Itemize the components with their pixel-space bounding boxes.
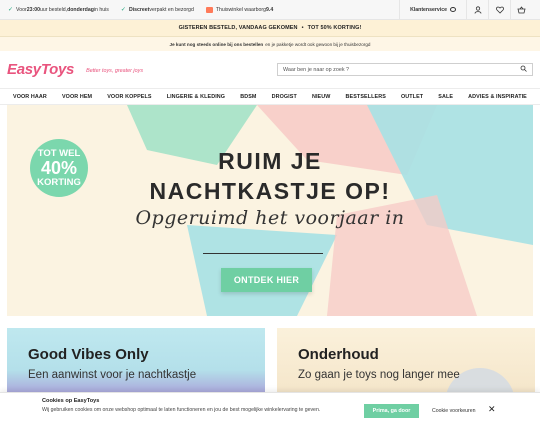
- check-icon: ✓: [120, 7, 126, 13]
- cookie-text: Wij gebruiken cookies om onze webshop op…: [42, 407, 321, 413]
- close-icon[interactable]: ✕: [488, 404, 496, 415]
- nav-item-lingerie-kleding[interactable]: LINGERIE & KLEDING: [167, 94, 225, 100]
- hero-title-line-2: NACHTKASTJE OP!: [149, 178, 391, 204]
- customer-service-label: Klantenservice: [410, 6, 447, 13]
- account-icon[interactable]: [466, 0, 488, 19]
- hero-title-line-1: RUIM JE: [218, 148, 322, 174]
- usp-bold: donderdag: [67, 6, 94, 13]
- easytoys-logo[interactable]: EasyToys: [7, 61, 74, 78]
- nav-item-outlet[interactable]: OUTLET: [401, 94, 423, 100]
- search-placeholder: Waar ben je naar op zoek ?: [283, 66, 350, 73]
- usp-thuiswinkel[interactable]: Thuiswinkel waarborg 9.4: [205, 6, 274, 13]
- nav-item-bestsellers[interactable]: BESTSELLERS: [346, 94, 386, 100]
- card-title: Good Vibes Only: [28, 346, 149, 363]
- customer-service-link[interactable]: Klantenservice: [399, 0, 466, 19]
- nav-item-drogist[interactable]: DROGIST: [272, 94, 297, 100]
- usp-text: uur besteld,: [39, 6, 68, 13]
- hero-divider: [203, 253, 323, 254]
- usp-text: in huis: [93, 6, 109, 13]
- card-onderhoud[interactable]: Onderhoud Zo gaan je toys nog langer mee: [277, 328, 535, 398]
- info-bold: Je kunt nog steeds online bij ons bestel…: [169, 41, 264, 47]
- nav-item-bdsm[interactable]: BDSM: [240, 94, 256, 100]
- ontdek-hier-button[interactable]: ONTDEK HIER: [221, 268, 312, 292]
- search-icon[interactable]: [520, 65, 527, 74]
- nav-item-advies-inspiratie[interactable]: ADVIES & INSPIRATIE: [468, 94, 527, 100]
- usp-bold: 23:00: [26, 6, 40, 13]
- main-nav: VOOR HAAR VOOR HEM VOOR KOPPELS LINGERIE…: [0, 88, 540, 105]
- usp-text: verpakt en bezorgd: [149, 6, 194, 13]
- cookie-accept-button[interactable]: Prima, ga door: [364, 404, 419, 418]
- hero-banner[interactable]: TOT WEL 40% KORTING RUIM JE NACHTKASTJE …: [7, 105, 533, 316]
- chat-bubble-icon: [450, 7, 456, 12]
- nav-item-sale[interactable]: SALE: [438, 94, 453, 100]
- nav-item-voor-hem[interactable]: VOOR HEM: [62, 94, 92, 100]
- promo-bar[interactable]: GISTEREN BESTELD, VANDAAG GEKOMEN • TOT …: [0, 20, 540, 37]
- usp-text: Thuiswinkel waarborg: [215, 6, 267, 13]
- usp-bold: 9.4: [266, 6, 274, 13]
- search-input[interactable]: Waar ben je naar op zoek ?: [277, 63, 533, 76]
- usp-bold: Discreet: [128, 6, 150, 13]
- usp-bar: ✓ Voor 23:00 uur besteld, donderdag in h…: [0, 0, 540, 20]
- nav-item-nieuw[interactable]: NIEUW: [312, 94, 330, 100]
- card-title: Onderhoud: [298, 346, 379, 363]
- cookie-preferences-link[interactable]: Cookie voorkeuren: [432, 408, 476, 414]
- usp-text: Voor: [16, 6, 27, 13]
- info-bar: Je kunt nog steeds online bij ons bestel…: [0, 37, 540, 51]
- logo-text: EasyToys: [7, 61, 75, 78]
- hero-subtitle: Opgeruimd het voorjaar in: [135, 207, 405, 229]
- thuiswinkel-icon: [205, 6, 213, 13]
- card-good-vibes[interactable]: Good Vibes Only Een aanwinst voor je nac…: [7, 328, 265, 398]
- cart-basket-icon[interactable]: [510, 0, 532, 19]
- cookie-title: Cookies op EasyToys: [42, 398, 100, 404]
- card-subtitle: Een aanwinst voor je nachtkastje: [28, 369, 197, 381]
- header: EasyToys Better toys, greater joys Waar …: [0, 51, 540, 88]
- promo-text: GISTEREN BESTELD, VANDAAG GEKOMEN: [178, 25, 298, 31]
- nav-item-voor-koppels[interactable]: VOOR KOPPELS: [107, 94, 151, 100]
- nav-item-voor-haar[interactable]: VOOR HAAR: [13, 94, 47, 100]
- usp-discreet: ✓ Discreet verpakt en bezorgd: [120, 6, 194, 14]
- info-text: en je pakketje wordt ook gewoon bij je t…: [265, 41, 371, 47]
- promo-separator: •: [301, 25, 304, 31]
- usp-delivery: ✓ Voor 23:00 uur besteld, donderdag in h…: [8, 6, 109, 14]
- top-right-actions: Klantenservice: [399, 0, 532, 19]
- card-subtitle: Zo gaan je toys nog langer mee: [298, 369, 460, 381]
- tagline: Better toys, greater joys: [86, 67, 144, 74]
- cookie-banner: Cookies op EasyToys Wij gebruiken cookie…: [0, 392, 540, 432]
- wishlist-heart-icon[interactable]: [488, 0, 510, 19]
- promo-text: TOT 50% KORTING!: [307, 25, 362, 31]
- check-icon: ✓: [8, 7, 14, 13]
